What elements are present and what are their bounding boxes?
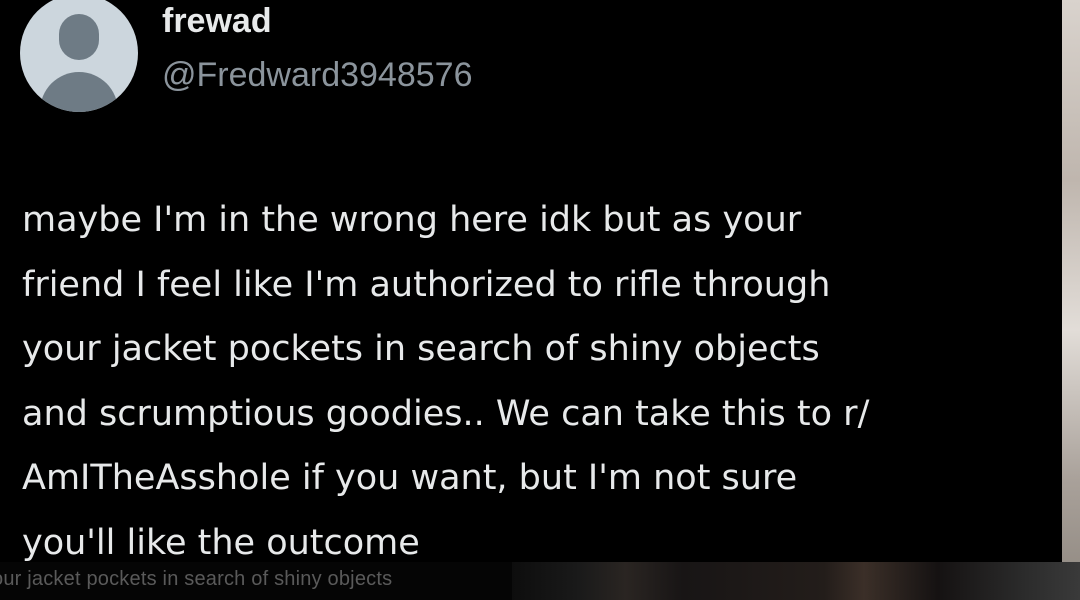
tweet-text-line: and scrumptious goodies.. We can take th…: [22, 393, 870, 434]
default-profile-body: [40, 72, 118, 112]
tweet-text: maybe I'm in the wrong here idk but as y…: [22, 188, 1042, 575]
tweet-card: frewad @Fredward3948576 maybe I'm in the…: [0, 0, 1060, 563]
author-handle[interactable]: @Fredward3948576: [162, 56, 472, 95]
avatar[interactable]: [20, 0, 138, 112]
tweet-text-line: your jacket pockets in search of shiny o…: [22, 329, 820, 369]
screenshot-frame: our jacket pockets in search of shiny ob…: [0, 0, 1080, 600]
tweet-text-line: you'll like the outcome: [22, 522, 420, 563]
tweet-text-line: AmITheAsshole if you want, but I'm not s…: [22, 458, 798, 498]
background-photo-edge: [1062, 0, 1080, 600]
tweet-text-line: friend I feel like I'm authorized to rif…: [22, 264, 831, 305]
author-display-name[interactable]: frewad: [162, 2, 272, 41]
default-profile-icon: [59, 14, 99, 60]
tweet-text-line: maybe I'm in the wrong here idk but as y…: [22, 200, 802, 240]
